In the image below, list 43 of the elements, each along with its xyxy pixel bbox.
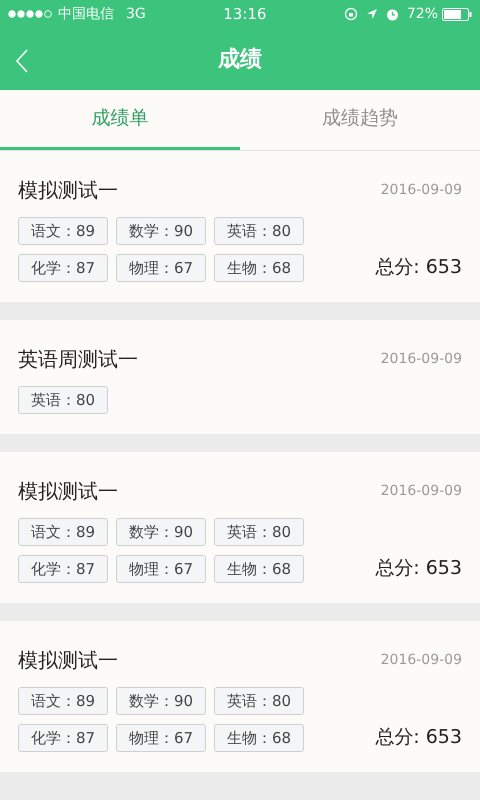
- exam-date: 2016-09-09: [380, 180, 462, 200]
- score-tag: 英语：80: [214, 687, 304, 715]
- alarm-icon: [386, 8, 399, 20]
- clock: 13:16: [223, 4, 266, 25]
- score-tag: 数学：90: [116, 217, 206, 245]
- back-icon: [14, 48, 30, 74]
- score-tag: 物理：67: [116, 254, 206, 282]
- exam-title: 模拟测试一: [18, 647, 118, 674]
- exam-date: 2016-09-09: [380, 482, 462, 500]
- network-type: 3G: [126, 4, 146, 24]
- score-tag: 语文：89: [18, 518, 108, 546]
- back-button[interactable]: [14, 48, 30, 74]
- score-tag: 化学：87: [18, 724, 108, 752]
- score-tag: 物理：67: [116, 555, 206, 583]
- score-tag: 生物：68: [214, 555, 304, 583]
- total-score: 总分: 653: [375, 724, 462, 750]
- exam-title: 英语周测试一: [18, 346, 138, 373]
- score-tag: 数学：90: [116, 518, 206, 546]
- score-tag: 物理：67: [116, 724, 206, 752]
- carrier: 中国电信: [58, 4, 114, 24]
- exam-title: 模拟测试一: [18, 177, 118, 204]
- score-tag: 数学：90: [116, 687, 206, 715]
- score-tag: 语文：89: [18, 217, 108, 245]
- score-tag: 生物：68: [214, 254, 304, 282]
- exam-date: 2016-09-09: [380, 650, 462, 670]
- score-tag: 化学：87: [18, 555, 108, 583]
- location-icon: [366, 8, 378, 20]
- exam-date: 2016-09-09: [380, 350, 462, 368]
- battery-percent: 72%: [406, 4, 438, 24]
- score-tag: 语文：89: [18, 687, 108, 715]
- score-tag: 化学：87: [18, 254, 108, 282]
- score-tag: 英语：80: [18, 386, 108, 414]
- signal-icon: [8, 10, 54, 18]
- total-score: 总分: 653: [375, 254, 462, 280]
- page-title: 成绩: [218, 46, 262, 74]
- tab[interactable]: 成绩趋势: [240, 90, 480, 150]
- score-tag: 英语：80: [214, 217, 304, 245]
- battery-icon: [442, 8, 472, 20]
- score-tag: 英语：80: [214, 518, 304, 546]
- total-score: 总分: 653: [375, 556, 462, 580]
- score-tag: 生物：68: [214, 724, 304, 752]
- rotation-lock-icon: [344, 7, 358, 21]
- exam-title: 模拟测试一: [18, 478, 118, 505]
